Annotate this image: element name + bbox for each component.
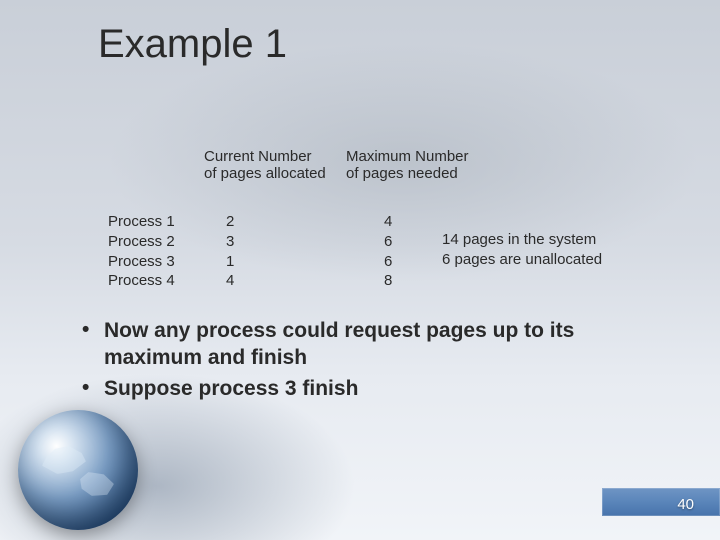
bullet-marker-icon: • [82, 318, 104, 342]
note-line: 6 pages are unallocated [442, 250, 602, 270]
bullet-text: Now any process could request pages up t… [104, 318, 660, 372]
slide-title: Example 1 [98, 22, 287, 67]
table-row: Process 2 [108, 232, 198, 252]
bullet-item: • Now any process could request pages up… [82, 318, 660, 372]
table-row: 6 [384, 232, 414, 252]
bullet-marker-icon: • [82, 376, 104, 400]
table-row: Process 1 [108, 212, 198, 232]
table-row: 2 [226, 212, 256, 232]
process-name-column: Process 1 Process 2 Process 3 Process 4 [108, 212, 198, 291]
table-row: 3 [226, 232, 256, 252]
current-pages-column: 2 3 1 4 [226, 212, 256, 291]
table-row: 1 [226, 252, 256, 272]
column-header-maximum: Maximum Number of pages needed [346, 148, 486, 183]
note-line: 14 pages in the system [442, 230, 602, 250]
globe-icon [18, 410, 138, 530]
system-notes: 14 pages in the system 6 pages are unall… [442, 230, 602, 271]
maximum-pages-column: 4 6 6 8 [384, 212, 414, 291]
bullet-item: • Suppose process 3 finish [82, 376, 660, 403]
table-row: 6 [384, 252, 414, 272]
page-number: 40 [677, 496, 694, 513]
table-row: 4 [384, 212, 414, 232]
table-row: 8 [384, 271, 414, 291]
table-row: Process 4 [108, 271, 198, 291]
bullet-text: Suppose process 3 finish [104, 376, 660, 403]
slide: Example 1 Current Number of pages alloca… [0, 0, 720, 540]
page-number-box [602, 488, 720, 516]
table-row: 4 [226, 271, 256, 291]
bullet-list: • Now any process could request pages up… [82, 318, 660, 407]
table-row: Process 3 [108, 252, 198, 272]
column-header-current: Current Number of pages allocated [204, 148, 344, 183]
